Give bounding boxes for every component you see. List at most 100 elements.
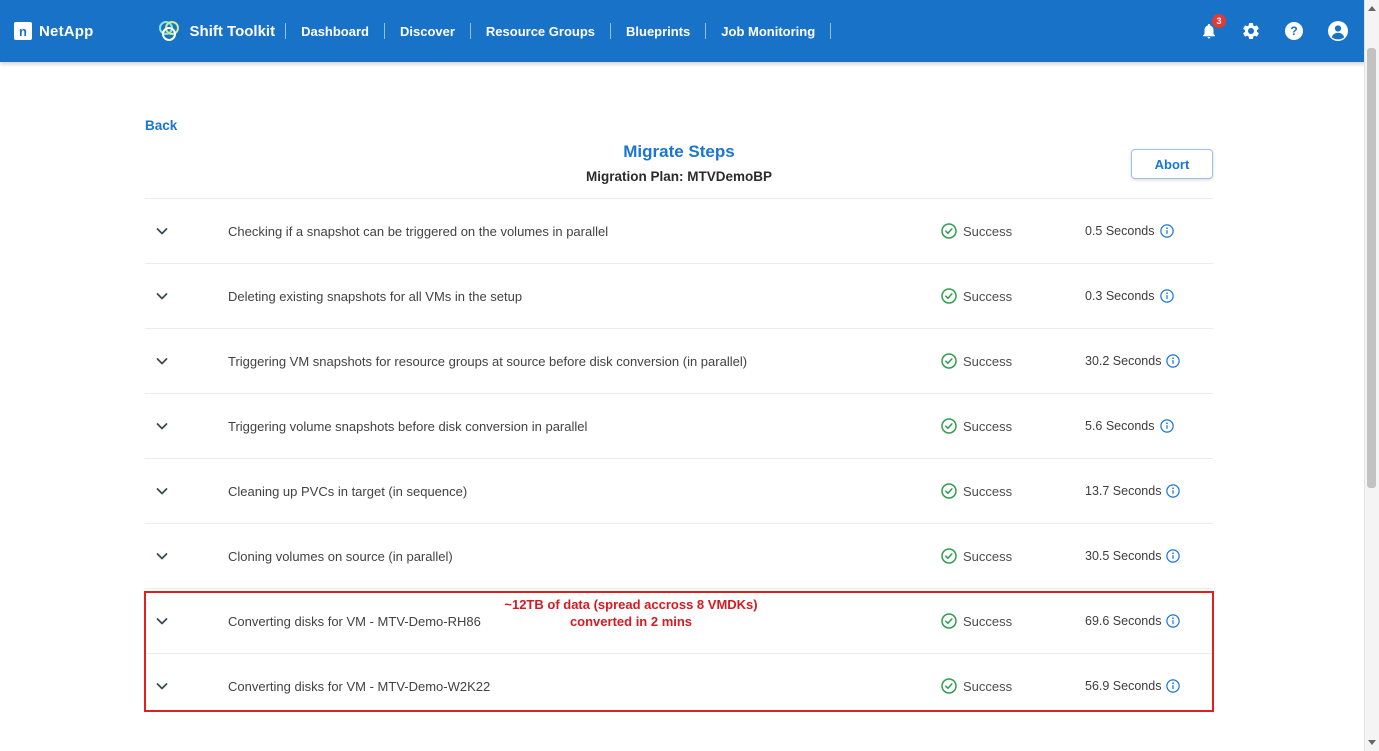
expand-step-button[interactable] — [154, 678, 170, 694]
brand-name: NetApp — [39, 23, 94, 40]
netapp-brand: n NetApp — [14, 22, 94, 40]
step-row: Triggering volume snapshots before disk … — [145, 393, 1213, 458]
chevron-down-icon — [154, 613, 170, 629]
header-actions: 3 ? — [1200, 20, 1349, 42]
status-text: Success — [963, 484, 1012, 499]
info-icon[interactable] — [1166, 549, 1180, 563]
duration-text: 30.2 Seconds — [1085, 354, 1161, 368]
help-button[interactable]: ? — [1284, 21, 1304, 41]
status-badge: Success — [941, 223, 1085, 239]
step-duration: 0.3 Seconds — [1085, 289, 1213, 303]
step-description: Converting disks for VM - MTV-Demo-W2K22 — [228, 679, 941, 694]
page-subtitle: Migration Plan: MTVDemoBP — [145, 169, 1213, 184]
status-badge: Success — [941, 678, 1085, 694]
migrate-steps-page: Back Migrate Steps Migration Plan: MTVDe… — [145, 62, 1213, 718]
info-icon[interactable] — [1166, 484, 1180, 498]
app-title: Shift Toolkit — [156, 19, 276, 43]
status-badge: Success — [941, 548, 1085, 564]
status-badge: Success — [941, 418, 1085, 434]
step-duration: 13.7 Seconds — [1085, 484, 1213, 498]
expand-step-button[interactable] — [154, 418, 170, 434]
back-link[interactable]: Back — [145, 118, 177, 133]
duration-text: 56.9 Seconds — [1085, 679, 1161, 693]
chevron-down-icon — [154, 353, 170, 369]
nav-item-blueprints[interactable]: Blueprints — [611, 24, 705, 39]
status-text: Success — [963, 224, 1012, 239]
chevron-cell — [145, 483, 228, 499]
expand-step-button[interactable] — [154, 353, 170, 369]
chevron-cell — [145, 288, 228, 304]
expand-step-button[interactable] — [154, 483, 170, 499]
svg-text:?: ? — [1290, 24, 1297, 38]
nav-item-dashboard[interactable]: Dashboard — [286, 24, 384, 39]
expand-step-button[interactable] — [154, 613, 170, 629]
chevron-down-icon — [154, 418, 170, 434]
status-text: Success — [963, 549, 1012, 564]
app-header: n NetApp Shift Toolkit Dashboard Discove… — [0, 0, 1379, 62]
info-icon[interactable] — [1166, 614, 1180, 628]
info-icon[interactable] — [1160, 289, 1174, 303]
scrollbar-thumb[interactable] — [1367, 48, 1376, 488]
status-text: Success — [963, 614, 1012, 629]
status-badge: Success — [941, 353, 1085, 369]
steps-list: Checking if a snapshot can be triggered … — [145, 198, 1213, 718]
netapp-logo-icon: n — [14, 22, 32, 40]
step-description: Cloning volumes on source (in parallel) — [228, 549, 941, 564]
check-circle-icon — [941, 418, 957, 434]
chevron-cell — [145, 613, 228, 629]
expand-step-button[interactable] — [154, 548, 170, 564]
expand-step-button[interactable] — [154, 288, 170, 304]
step-duration: 56.9 Seconds — [1085, 679, 1213, 693]
info-icon[interactable] — [1160, 419, 1174, 433]
scrollbar[interactable] — [1364, 0, 1379, 751]
duration-text: 30.5 Seconds — [1085, 549, 1161, 563]
step-row: Cleaning up PVCs in target (in sequence)… — [145, 458, 1213, 523]
nav-item-resource-groups[interactable]: Resource Groups — [471, 24, 610, 39]
status-badge: Success — [941, 288, 1085, 304]
duration-text: 13.7 Seconds — [1085, 484, 1161, 498]
step-duration: 30.2 Seconds — [1085, 354, 1213, 368]
gear-icon — [1241, 21, 1261, 41]
step-row: Converting disks for VM - MTV-Demo-RH86 … — [145, 588, 1213, 653]
duration-text: 69.6 Seconds — [1085, 614, 1161, 628]
check-circle-icon — [941, 353, 957, 369]
chevron-down-icon — [154, 678, 170, 694]
step-description: Checking if a snapshot can be triggered … — [228, 224, 941, 239]
step-duration: 69.6 Seconds — [1085, 614, 1213, 628]
settings-button[interactable] — [1241, 21, 1261, 41]
check-circle-icon — [941, 548, 957, 564]
chevron-cell — [145, 223, 228, 239]
expand-step-button[interactable] — [154, 223, 170, 239]
check-circle-icon — [941, 483, 957, 499]
step-description: Triggering volume snapshots before disk … — [228, 419, 941, 434]
info-icon[interactable] — [1166, 354, 1180, 368]
status-badge: Success — [941, 483, 1085, 499]
status-text: Success — [963, 354, 1012, 369]
scrollbar-down-arrow[interactable] — [1368, 740, 1376, 745]
step-duration: 30.5 Seconds — [1085, 549, 1213, 563]
step-duration: 0.5 Seconds — [1085, 224, 1213, 238]
app-name: Shift Toolkit — [190, 23, 276, 40]
check-circle-icon — [941, 678, 957, 694]
check-circle-icon — [941, 288, 957, 304]
notifications-button[interactable]: 3 — [1200, 21, 1218, 41]
status-text: Success — [963, 679, 1012, 694]
info-icon[interactable] — [1160, 224, 1174, 238]
info-icon[interactable] — [1166, 679, 1180, 693]
step-row: Checking if a snapshot can be triggered … — [145, 198, 1213, 263]
chevron-cell — [145, 418, 228, 434]
status-text: Success — [963, 419, 1012, 434]
chevron-down-icon — [154, 548, 170, 564]
scrollbar-up-arrow[interactable] — [1368, 6, 1376, 11]
abort-button[interactable]: Abort — [1131, 149, 1213, 179]
step-description: Cleaning up PVCs in target (in sequence) — [228, 484, 941, 499]
step-row: Converting disks for VM - MTV-Demo-W2K22… — [145, 653, 1213, 718]
duration-text: 0.3 Seconds — [1085, 289, 1155, 303]
step-description: Converting disks for VM - MTV-Demo-RH86 — [228, 614, 941, 629]
nav-item-job-monitoring[interactable]: Job Monitoring — [706, 24, 830, 39]
nav-item-discover[interactable]: Discover — [385, 24, 470, 39]
status-text: Success — [963, 289, 1012, 304]
page-title: Migrate Steps — [145, 141, 1213, 163]
account-button[interactable] — [1327, 20, 1349, 42]
chevron-cell — [145, 678, 228, 694]
